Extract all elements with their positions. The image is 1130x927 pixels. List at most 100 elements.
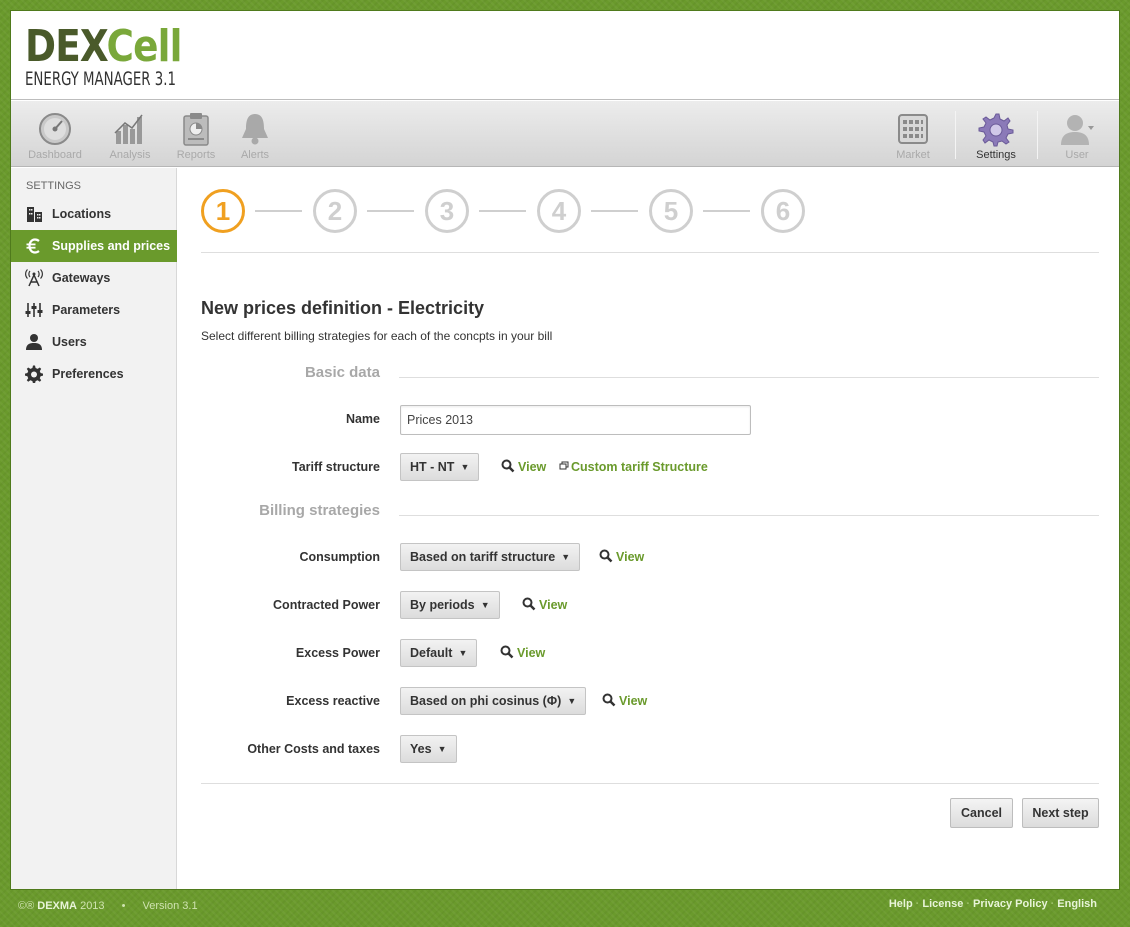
nav-alerts[interactable]: Alerts xyxy=(233,101,277,167)
step-6[interactable]: 6 xyxy=(761,189,805,233)
nav-reports-label: Reports xyxy=(176,149,216,161)
sliders-icon xyxy=(25,303,43,317)
search-icon xyxy=(501,459,515,473)
page-description: Select different billing strategies for … xyxy=(201,329,553,343)
buildings-icon xyxy=(27,207,42,222)
excess-reactive-label: Excess reactive xyxy=(286,694,380,708)
view-label: View xyxy=(619,694,648,708)
step-5[interactable]: 5 xyxy=(649,189,693,233)
sidebar-item-gateways[interactable]: Gateways xyxy=(11,262,176,294)
next-step-button[interactable]: Next step xyxy=(1022,798,1099,828)
section-billing-strategies: Billing strategies xyxy=(259,502,380,519)
nav-dashboard-label: Dashboard xyxy=(28,149,82,161)
other-costs-label: Other Costs and taxes xyxy=(247,742,380,756)
consumption-label: Consumption xyxy=(299,550,380,564)
section-basic-data: Basic data xyxy=(304,364,380,381)
contracted-power-view-link[interactable]: View xyxy=(522,597,567,612)
user-icon xyxy=(26,334,42,350)
logo-cell: Cell xyxy=(106,21,183,72)
custom-tariff-label: Custom tariff Structure xyxy=(571,460,708,474)
consumption-select[interactable]: Based on tariff structure ▼ xyxy=(400,543,581,571)
header: DEXCell ENERGY MANAGER 3.1 xyxy=(11,11,1119,100)
view-label: View xyxy=(539,598,568,612)
nav-analysis[interactable]: Analysis xyxy=(105,101,155,167)
chevron-down-icon: ▼ xyxy=(480,600,490,610)
nav-divider xyxy=(955,111,956,159)
nav-analysis-label: Analysis xyxy=(109,149,151,161)
antenna-icon xyxy=(25,269,43,287)
footer-year: 2013 xyxy=(77,900,105,912)
excess-reactive-select[interactable]: Based on phi cosinus (Φ) ▼ xyxy=(400,687,587,715)
search-icon xyxy=(522,597,536,611)
nav-settings-label: Settings xyxy=(976,149,1016,161)
main-nav: Dashboard Analysis Reports Alerts Market… xyxy=(11,101,1119,167)
sidebar-item-label: Supplies and prices xyxy=(52,239,171,253)
name-input[interactable] xyxy=(400,405,751,435)
tariff-structure-select[interactable]: HT - NT ▼ xyxy=(400,453,480,481)
step-connector xyxy=(367,210,414,212)
step-4[interactable]: 4 xyxy=(537,189,581,233)
footer-copyright: ©® DEXMA 2013 • Version 3.1 xyxy=(18,900,198,912)
contracted-power-value: By periods xyxy=(410,598,475,612)
nav-market-label: Market xyxy=(896,149,930,161)
other-costs-value: Yes xyxy=(410,742,432,756)
alerts-bell-icon xyxy=(242,114,268,145)
contracted-power-select[interactable]: By periods ▼ xyxy=(400,591,500,619)
sidebar-item-label: Preferences xyxy=(52,367,124,381)
step-3[interactable]: 3 xyxy=(425,189,469,233)
step-2[interactable]: 2 xyxy=(313,189,357,233)
sidebar-item-label: Parameters xyxy=(52,303,121,317)
sidebar-item-label: Gateways xyxy=(52,271,111,285)
nav-dashboard[interactable]: Dashboard xyxy=(25,101,85,167)
step-connector xyxy=(703,210,750,212)
contracted-power-label: Contracted Power xyxy=(273,598,380,612)
excess-power-label: Excess Power xyxy=(295,646,380,660)
chevron-down-icon: ▼ xyxy=(567,696,577,706)
footer-link-license[interactable]: License xyxy=(922,898,963,910)
footer-link-help[interactable]: Help xyxy=(889,898,913,910)
footer-link-privacy-policy[interactable]: Privacy Policy xyxy=(973,898,1048,910)
nav-settings[interactable]: Settings xyxy=(969,101,1023,167)
sidebar-item-users[interactable]: Users xyxy=(11,326,176,358)
excess-reactive-view-link[interactable]: View xyxy=(602,693,647,708)
footer-links: Help · License · Privacy Policy · English xyxy=(889,898,1097,910)
section-divider xyxy=(399,515,1099,516)
sidebar-item-parameters[interactable]: Parameters xyxy=(11,294,176,326)
footer-version: Version 3.1 xyxy=(142,900,198,912)
excess-power-value: Default xyxy=(410,646,453,660)
market-grid-icon xyxy=(898,114,928,144)
sidebar-item-supplies-and-prices[interactable]: Supplies and prices xyxy=(11,230,177,262)
chevron-down-icon: ▼ xyxy=(460,462,470,472)
step-connector xyxy=(479,210,526,212)
chevron-down-icon: ▼ xyxy=(458,648,468,658)
chevron-down-icon: ▼ xyxy=(437,744,447,754)
main-content: 1 2 3 4 5 6 New prices definition - Elec… xyxy=(201,168,1099,828)
sidebar-item-locations[interactable]: Locations xyxy=(11,198,176,230)
excess-power-select[interactable]: Default ▼ xyxy=(400,639,478,667)
form-divider xyxy=(201,783,1099,784)
sidebar-heading: SETTINGS xyxy=(26,180,82,192)
other-costs-select[interactable]: Yes ▼ xyxy=(400,735,457,763)
footer-link-language[interactable]: English xyxy=(1057,898,1097,910)
cancel-button[interactable]: Cancel xyxy=(950,798,1013,828)
consumption-view-link[interactable]: View xyxy=(599,549,644,564)
chevron-down-icon: ▼ xyxy=(561,552,571,562)
custom-tariff-link[interactable]: Custom tariff Structure xyxy=(559,460,708,474)
dexcell-logo[interactable]: DEXCell ENERGY MANAGER 3.1 xyxy=(25,25,219,90)
user-avatar-icon xyxy=(1061,115,1094,145)
nav-market[interactable]: Market xyxy=(893,101,933,167)
nav-reports[interactable]: Reports xyxy=(171,101,221,167)
nav-user[interactable]: User xyxy=(1057,101,1097,167)
sidebar-item-preferences[interactable]: Preferences xyxy=(11,358,176,390)
tariff-view-link[interactable]: View xyxy=(501,459,546,474)
excess-reactive-value: Based on phi cosinus (Φ) xyxy=(410,694,562,708)
search-icon xyxy=(500,645,514,659)
section-divider xyxy=(399,377,1099,378)
footer-link-separator: · xyxy=(966,898,970,910)
nav-alerts-label: Alerts xyxy=(240,149,270,161)
excess-power-view-link[interactable]: View xyxy=(500,645,545,660)
nav-divider xyxy=(1037,111,1038,159)
step-1[interactable]: 1 xyxy=(201,189,245,233)
search-icon xyxy=(599,549,613,563)
reports-clipboard-icon xyxy=(183,113,209,146)
